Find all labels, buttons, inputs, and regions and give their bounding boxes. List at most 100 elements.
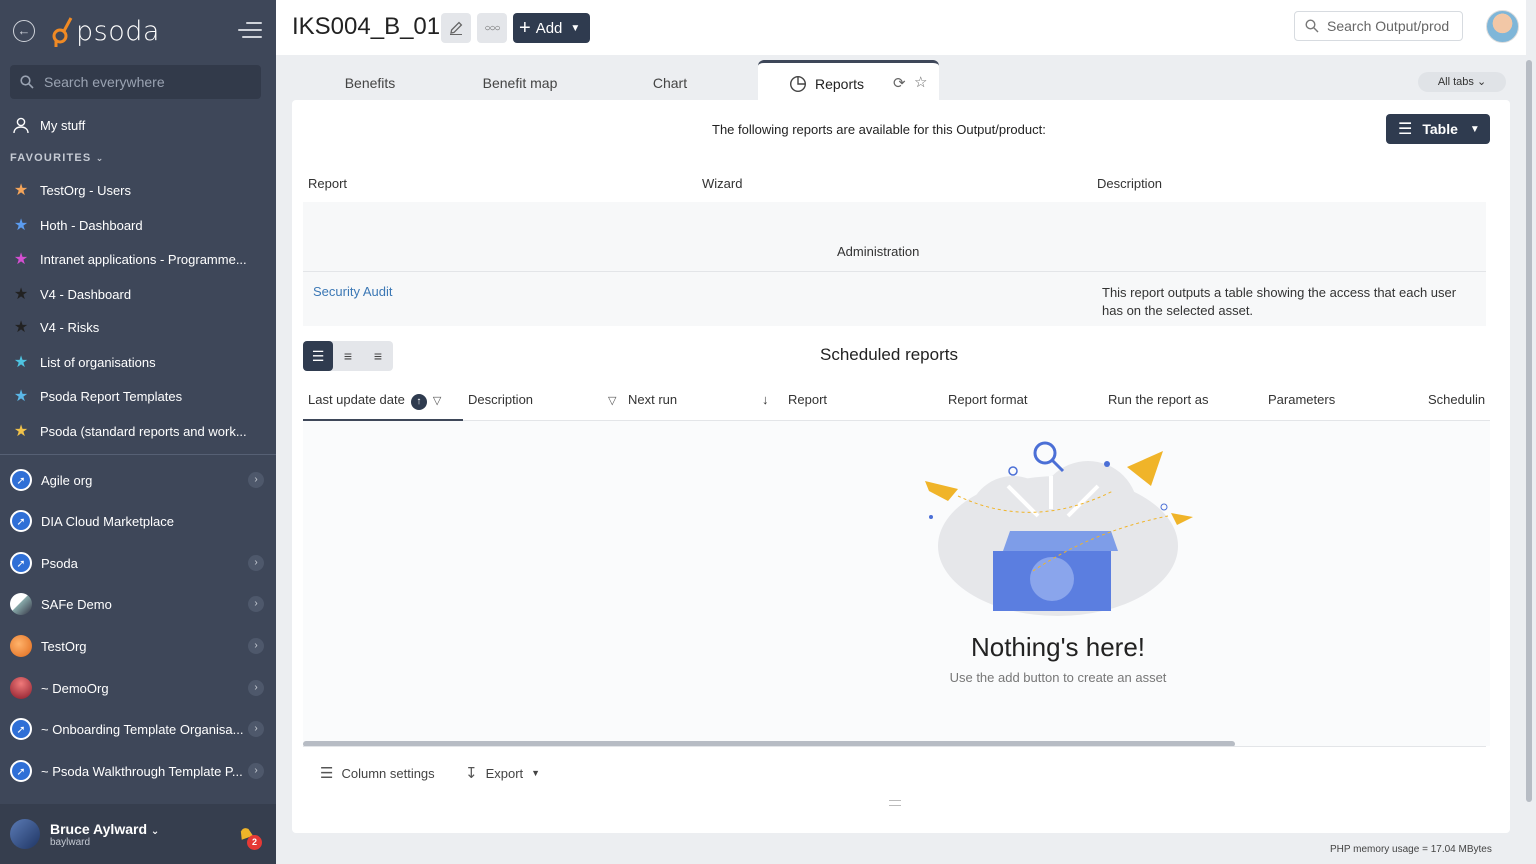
list-dense-icon: ≡ — [373, 348, 383, 364]
column-header-description[interactable]: Description — [468, 392, 533, 407]
view-table-button[interactable]: ☰ Table ▼ — [1386, 114, 1490, 144]
list-icon: ☰ — [311, 347, 325, 364]
column-settings-button[interactable]: ☰ Column settings — [320, 764, 435, 782]
column-header-report[interactable]: Report — [788, 392, 827, 407]
sidebar-search-input[interactable] — [44, 74, 244, 90]
favourite-item[interactable]: ★ Intranet applications - Programme... — [0, 244, 276, 274]
psoda-logo[interactable]: psoda — [52, 14, 160, 48]
density-compact-button[interactable]: ≡ — [333, 341, 363, 371]
user-footer[interactable]: Bruce Aylward ⌄ baylward 2 — [0, 804, 276, 864]
report-link-security-audit[interactable]: Security Audit — [313, 284, 393, 299]
org-item[interactable]: TestOrg › — [0, 626, 276, 666]
tab-benefit-map[interactable]: Benefit map — [470, 72, 570, 102]
chevron-right-icon[interactable]: › — [248, 721, 264, 737]
safe-logo-icon — [10, 593, 32, 615]
favourite-item[interactable]: ★ Psoda Report Templates — [0, 381, 276, 411]
column-header-scheduling[interactable]: Schedulin — [1428, 392, 1490, 407]
chevron-right-icon[interactable]: › — [248, 763, 264, 779]
column-header-report[interactable]: Report — [308, 176, 347, 191]
more-options-button[interactable]: ○○○ — [477, 13, 507, 43]
top-search[interactable] — [1294, 11, 1463, 41]
testorg-logo-icon — [10, 635, 32, 657]
chevron-right-icon[interactable]: › — [248, 472, 264, 488]
export-label: Export — [485, 765, 524, 781]
filter-icon[interactable]: ▽ — [602, 392, 616, 407]
column-header-label: Last update date — [308, 392, 405, 407]
export-icon: ↧ — [465, 765, 478, 782]
more-icon: ○○○ — [484, 22, 500, 34]
tab-chart[interactable]: Chart — [640, 72, 700, 102]
sidebar: ← psoda My stuff FAVOURITES ⌄ ★ TestOrg -… — [0, 0, 276, 864]
column-header-next-run[interactable]: Next run — [628, 392, 677, 407]
org-item[interactable]: SAFe Demo › — [0, 584, 276, 624]
top-search-input[interactable] — [1327, 18, 1457, 34]
density-comfortable-button[interactable]: ☰ — [303, 341, 333, 371]
avatar[interactable] — [1486, 10, 1519, 43]
star-icon: ★ — [13, 182, 29, 199]
tab-benefits[interactable]: Benefits — [330, 72, 410, 102]
favourite-label: List of organisations — [40, 354, 156, 370]
refresh-icon[interactable]: ⟳ — [893, 74, 906, 92]
all-tabs-button[interactable]: All tabs ⌄ — [1418, 72, 1506, 92]
empty-state-title: Nothing's here! — [970, 632, 1146, 662]
favourites-header[interactable]: FAVOURITES ⌄ — [10, 152, 105, 164]
column-header-last-update-date[interactable]: Last update date ↑ ▽ — [308, 392, 441, 410]
org-label: ~ Onboarding Template Organisa... — [41, 721, 244, 737]
chevron-right-icon[interactable]: › — [248, 680, 264, 696]
tab-reports[interactable]: Reports ⟳ ☆ — [758, 60, 939, 104]
sidebar-item-my-stuff[interactable]: My stuff — [0, 110, 276, 140]
org-item[interactable]: ➚ Agile org › — [0, 460, 276, 500]
favourite-item[interactable]: ★ List of organisations — [0, 347, 276, 377]
star-outline-icon[interactable]: ☆ — [914, 73, 927, 91]
favourite-item[interactable]: ★ V4 - Dashboard — [0, 279, 276, 309]
compass-icon: ➚ — [10, 718, 32, 740]
group-row — [303, 202, 1486, 271]
collapse-menu-icon[interactable] — [238, 22, 262, 40]
tab-reports-label: Reports — [815, 76, 865, 92]
column-header-report-format[interactable]: Report format — [948, 392, 1027, 407]
favourite-item[interactable]: ★ V4 - Risks — [0, 312, 276, 342]
density-dense-button[interactable]: ≡ — [363, 341, 393, 371]
demoorg-logo-icon — [10, 677, 32, 699]
column-header-parameters[interactable]: Parameters — [1268, 392, 1335, 407]
vertical-scrollbar[interactable] — [1526, 60, 1532, 802]
notification-count-badge: 2 — [247, 835, 262, 850]
export-button[interactable]: ↧ Export ▼ — [465, 764, 540, 782]
sort-up-icon[interactable]: ↑ — [410, 394, 427, 410]
column-header-run-as[interactable]: Run the report as — [1108, 392, 1208, 407]
avatar — [10, 819, 40, 849]
favourite-item[interactable]: ★ Hoth - Dashboard — [0, 210, 276, 240]
chevron-right-icon[interactable]: › — [248, 638, 264, 654]
filter-icon[interactable]: ▽ — [433, 395, 441, 407]
favourite-item[interactable]: ★ Psoda (standard reports and work... — [0, 416, 276, 446]
org-item[interactable]: ➚ DIA Cloud Marketplace — [0, 501, 276, 541]
favourite-label: Psoda Report Templates — [40, 388, 183, 404]
all-tabs-label: All tabs — [1437, 76, 1474, 88]
notifications-button[interactable]: 2 — [236, 824, 262, 850]
org-item[interactable]: ~ DemoOrg › — [0, 668, 276, 708]
compass-icon: ➚ — [10, 469, 32, 491]
column-header-wizard[interactable]: Wizard — [702, 176, 742, 191]
favourite-label: Hoth - Dashboard — [40, 217, 143, 233]
chevron-right-icon[interactable]: › — [248, 555, 264, 571]
org-item[interactable]: ➚ ~ Psoda Walkthrough Template P... › — [0, 751, 276, 791]
org-item[interactable]: ➚ ~ Onboarding Template Organisa... › — [0, 709, 276, 749]
chevron-right-icon[interactable]: › — [248, 596, 264, 612]
logo-text: psoda — [76, 15, 160, 47]
column-header-description[interactable]: Description — [1097, 176, 1162, 191]
resize-handle[interactable] — [889, 800, 901, 806]
add-button[interactable]: + Add ▼ — [513, 13, 590, 43]
favourite-label: Psoda (standard reports and work... — [40, 423, 247, 439]
empty-box-illustration — [925, 441, 1193, 616]
sliders-icon: ☰ — [320, 765, 334, 782]
filter-glyph: ▽ — [608, 395, 617, 407]
back-icon[interactable]: ← — [13, 20, 35, 42]
sort-down-icon[interactable]: ↓ — [762, 392, 769, 407]
edit-button[interactable] — [441, 13, 471, 43]
org-item[interactable]: ➚ Psoda › — [0, 543, 276, 583]
column-settings-label: Column settings — [341, 765, 435, 781]
plus-icon: + — [519, 17, 531, 39]
sidebar-search[interactable] — [10, 65, 261, 99]
favourite-item[interactable]: ★ TestOrg - Users — [0, 175, 276, 205]
chevron-down-icon: ⌄ — [1476, 76, 1487, 88]
